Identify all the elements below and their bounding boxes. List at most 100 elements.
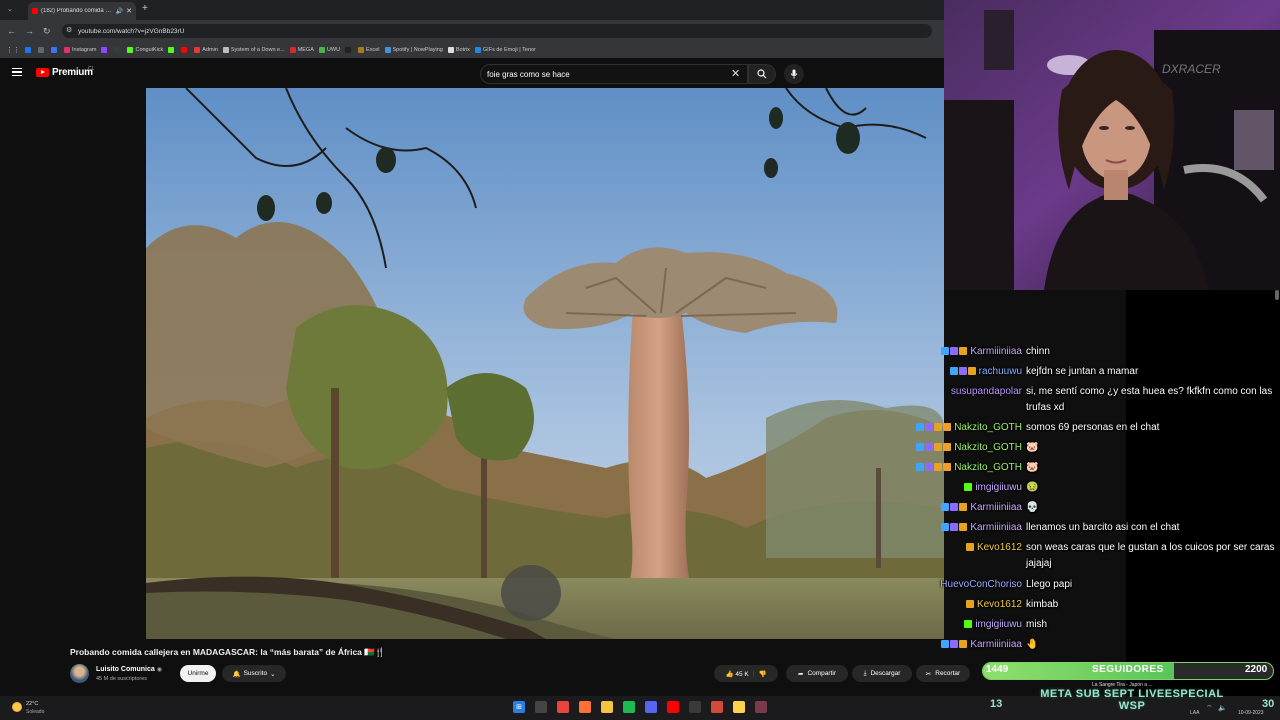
chat-badge-icon (941, 523, 950, 531)
video-player[interactable] (146, 88, 944, 639)
chrome-alt-icon[interactable] (711, 701, 723, 713)
like-button[interactable]: 👍 45 K (725, 670, 748, 678)
subscribed-button[interactable]: 🔔 Suscrito ⌄ (222, 665, 286, 682)
channel-avatar[interactable] (70, 664, 89, 683)
bookmark-item[interactable]: Excel (358, 47, 380, 53)
weather-sun-icon[interactable] (12, 702, 22, 712)
bookmark-item[interactable] (38, 47, 46, 53)
file-explorer-icon[interactable] (601, 701, 613, 713)
chat-username[interactable]: Nakzito_GOTH (916, 420, 1022, 436)
bookmark-item[interactable] (181, 47, 189, 53)
bookmark-item[interactable]: ConguiKick (127, 47, 163, 53)
obs-icon[interactable] (689, 701, 701, 713)
bookmark-item[interactable]: Admin (194, 47, 218, 53)
chat-badge-icon (941, 347, 950, 355)
chat-badges (916, 420, 952, 436)
chat-username[interactable]: rachuuwu (949, 364, 1022, 380)
clip-button[interactable]: ✂ Recortar (916, 665, 970, 682)
like-count: 45 K (735, 670, 749, 678)
tab-title: (182) Probando comida cal (41, 8, 113, 14)
chat-username[interactable]: imgigiiuwu (964, 617, 1022, 633)
chat-badges (941, 500, 968, 516)
bookmark-item[interactable]: UWU (318, 47, 340, 53)
chat-username[interactable]: Nakzito_GOTH (916, 440, 1022, 456)
reload-icon[interactable]: ↻ (43, 26, 51, 37)
bookmark-item[interactable] (168, 47, 176, 53)
share-button[interactable]: ➦ Compartir (786, 665, 848, 682)
share-label: Compartir (807, 670, 836, 677)
new-tab-button[interactable]: + (142, 3, 148, 14)
active-app-icon[interactable] (755, 701, 767, 713)
browser-tab-active[interactable]: (182) Probando comida cal 🔊 ✕ (28, 2, 136, 20)
chat-badges (916, 440, 952, 456)
join-button[interactable]: Unirme (180, 665, 216, 682)
weather-temperature[interactable]: 22°C (26, 701, 38, 707)
bookmark-favicon-icon (384, 47, 391, 53)
forward-arrow-icon[interactable]: → (25, 26, 34, 36)
site-info-icon[interactable]: ⚙ (66, 26, 72, 34)
bookmark-item[interactable] (51, 47, 59, 53)
tab-audio-icon[interactable]: 🔊 (116, 8, 123, 15)
chat-username-text: rachuuwu (978, 366, 1022, 377)
bookmark-label: ConguiKick (135, 47, 164, 53)
chat-username[interactable]: susupandapolar (951, 384, 1022, 400)
chat-username[interactable]: Nakzito_GOTH (916, 460, 1022, 476)
notes-app-icon[interactable] (733, 701, 745, 713)
bookmark-item[interactable]: MEGA (289, 47, 314, 53)
chat-username-text: Karmiiiniiaa (970, 346, 1022, 357)
chat-message-text: 🤢 (1026, 482, 1039, 493)
chat-badges (916, 460, 952, 476)
chat-badge-icon (934, 423, 943, 431)
chat-username[interactable]: HuevoConChoriso (940, 577, 1022, 593)
search-button[interactable] (748, 64, 776, 84)
back-arrow-icon[interactable]: ← (7, 26, 16, 36)
chat-username[interactable]: imgigiiuwu (964, 480, 1022, 496)
sub-goal-banner: META SUB SEPT LIVEESPECIAL WSP (1012, 688, 1252, 716)
youtube-logo-icon[interactable] (36, 68, 49, 77)
bookmark-item[interactable] (345, 47, 353, 53)
tab-close-icon[interactable]: ✕ (126, 7, 132, 15)
hamburger-menu-icon[interactable] (12, 68, 22, 76)
chat-badge-icon (941, 503, 950, 511)
search-input[interactable]: foie gras como se hace (480, 64, 748, 84)
download-button[interactable]: ⤓ Descargar (852, 665, 912, 682)
chat-username-text: Nakzito_GOTH (954, 442, 1022, 453)
bookmark-item[interactable]: System of a Down e... (222, 47, 285, 53)
firefox-icon[interactable] (579, 701, 591, 713)
bookmark-favicon-icon (64, 47, 70, 53)
dislike-button[interactable]: 👎 (758, 670, 766, 678)
bookmark-favicon-icon (51, 47, 57, 53)
bookmark-item[interactable]: Botrix (447, 47, 470, 53)
scrollbar-thumb[interactable] (1275, 290, 1279, 300)
bookmark-item[interactable] (114, 47, 122, 53)
chat-username[interactable]: Karmiiiniiaa (941, 520, 1022, 536)
download-label: Descargar (870, 670, 901, 677)
chat-username[interactable]: Kevo1612 (965, 597, 1022, 613)
search-app-icon[interactable] (535, 701, 547, 713)
bookmark-item[interactable]: GIFs de Emoji | Tenor (474, 47, 536, 53)
chat-message-text: 🤚 (1026, 639, 1039, 650)
chat-username[interactable]: Karmiiiniiaa (941, 637, 1022, 653)
discord-icon[interactable] (645, 701, 657, 713)
tab-search-chevron-icon[interactable]: ⌄ (7, 5, 13, 13)
spotify-icon[interactable] (623, 701, 635, 713)
chat-username[interactable]: Karmiiiniiaa (941, 500, 1022, 516)
apps-grid-icon[interactable]: ⋮⋮ (6, 46, 20, 54)
bookmark-item[interactable] (25, 47, 33, 53)
url-field[interactable]: youtube.com/watch?v=jzVGnBb23rU (62, 24, 932, 38)
bookmark-item[interactable] (101, 47, 109, 53)
chat-username[interactable]: Kevo1612 (965, 540, 1022, 556)
chat-username[interactable]: Karmiiiniiaa (941, 344, 1022, 360)
channel-name[interactable]: Luisito Comunica ◉ (96, 666, 162, 673)
chat-badge-icon (959, 640, 968, 648)
voice-search-button[interactable] (784, 64, 804, 84)
channel-name-text: Luisito Comunica (96, 666, 155, 673)
search-clear-icon[interactable]: ✕ (731, 67, 740, 80)
windows-start-icon[interactable]: ⊞ (513, 701, 525, 713)
bookmark-item[interactable]: Spotify | NowPlaying (384, 47, 443, 53)
bookmark-favicon-icon (25, 47, 31, 53)
youtube-app-icon[interactable] (667, 701, 679, 713)
bookmark-item[interactable]: Instagram (64, 47, 96, 53)
youtube-premium-logo-text[interactable]: Premium (52, 67, 93, 78)
chrome-icon[interactable] (557, 701, 569, 713)
